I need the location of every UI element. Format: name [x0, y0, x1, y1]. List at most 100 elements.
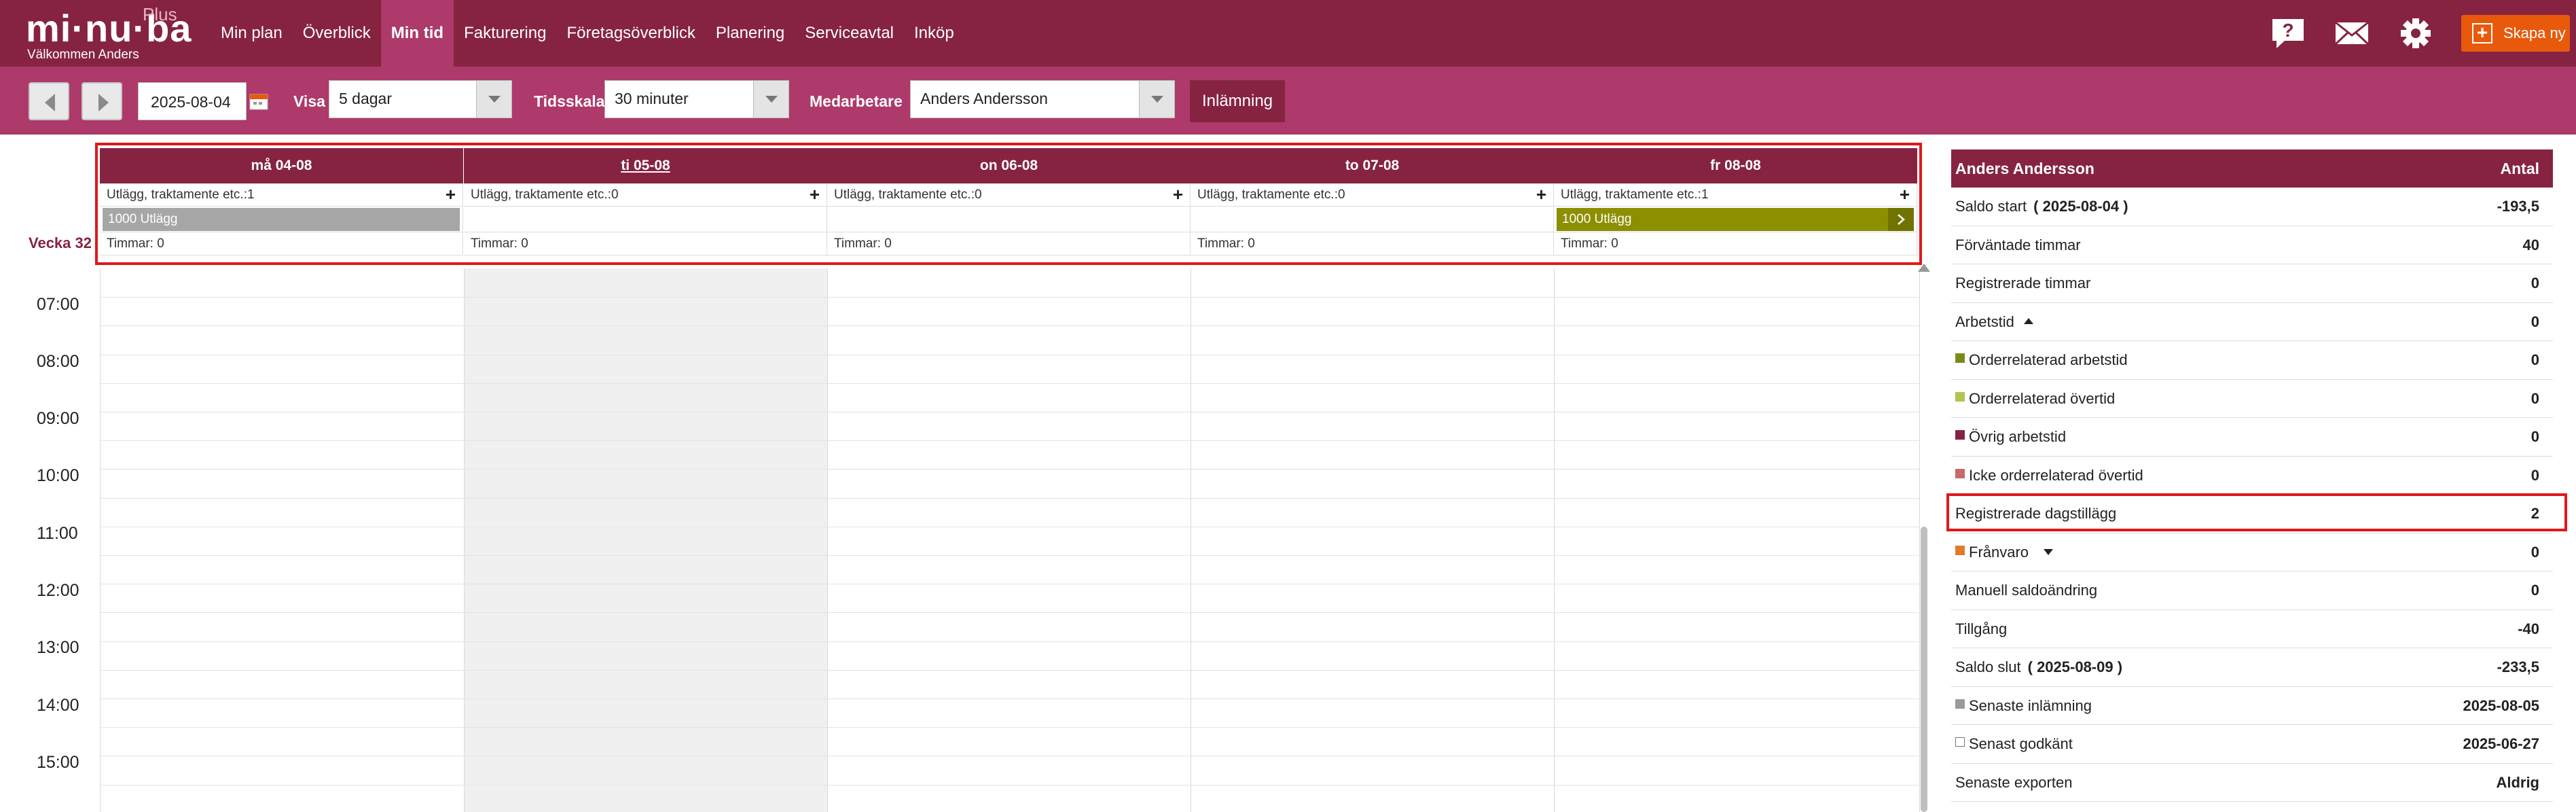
color-swatch — [1955, 391, 1965, 402]
summary-row-non-order-overtime: Icke orderrelaterad övertid 0 — [1951, 457, 2553, 495]
summary-row-registered-hours: Registrerade timmar 0 — [1951, 264, 2553, 303]
previous-period-button[interactable] — [29, 82, 69, 120]
show-select[interactable]: 5 dagar — [329, 80, 512, 118]
time-label: 15:00 — [37, 753, 79, 772]
grid-line — [100, 612, 1920, 614]
summary-row-manual-balance: Manuell saldoändring 0 — [1951, 571, 2553, 610]
color-swatch — [1955, 737, 1965, 747]
calendar-scrollbar[interactable] — [1921, 527, 1927, 812]
nav-item-serviceavtal[interactable]: Serviceavtal — [795, 0, 904, 67]
chevron-down-icon — [488, 96, 501, 103]
summary-row-date: ( 2025-08-04 ) — [2033, 198, 2128, 215]
color-swatch — [1955, 353, 1965, 364]
summary-row-value: 0 — [2530, 582, 2539, 599]
main-nav: Min plan Överblick Min tid Fakturering F… — [211, 0, 964, 67]
grid-line — [100, 727, 1920, 728]
highlight-daily-allowances — [1946, 493, 2567, 531]
chevron-down-icon — [765, 96, 778, 103]
time-grid[interactable] — [100, 268, 1920, 812]
help-icon[interactable]: ? — [2270, 16, 2306, 50]
nav-item-fakturering[interactable]: Fakturering — [454, 0, 556, 67]
summary-row-label: Övrig arbetstid — [1969, 428, 2067, 445]
nav-item-foretagsoverblick[interactable]: Företagsöverblick — [556, 0, 705, 67]
scroll-up-arrow[interactable] — [1918, 264, 1930, 272]
summary-row-value: 0 — [2530, 313, 2539, 330]
time-scale-value: 30 minuter — [615, 90, 689, 107]
summary-row-value: -40 — [2518, 620, 2539, 637]
summary-row-value: 0 — [2530, 275, 2539, 292]
grid-divider — [464, 268, 465, 812]
time-label: 08:00 — [37, 352, 79, 371]
time-scale-toggle[interactable] — [753, 81, 788, 118]
employee-select-value: Anders Andersson — [920, 90, 1048, 107]
summary-row-label: Icke orderrelaterad övertid — [1969, 466, 2143, 484]
grid-line — [100, 383, 1920, 384]
plus-icon: + — [2472, 23, 2492, 43]
summary-row-last-export: Senaste exporten Aldrig — [1951, 764, 2553, 802]
color-swatch — [1955, 430, 1965, 440]
summary-row-working-time[interactable]: Arbetstid 0 — [1951, 303, 2553, 341]
calendar-icon[interactable] — [249, 92, 268, 110]
summary-row-expected-hours: Förväntade timmar 40 — [1951, 226, 2553, 264]
time-label: 14:00 — [37, 696, 79, 715]
time-scale-select[interactable]: 30 minuter — [604, 80, 789, 118]
chevron-right-icon — [98, 94, 109, 111]
nav-item-planering[interactable]: Planering — [706, 0, 795, 67]
summary-row-label: Tillgång — [1955, 620, 2008, 637]
grid-divider — [100, 268, 101, 812]
summary-row-value: 40 — [2522, 236, 2539, 253]
summary-row-order-work: Orderrelaterad arbetstid 0 — [1951, 341, 2553, 380]
show-select-toggle[interactable] — [476, 81, 511, 118]
time-label: 10:00 — [37, 466, 79, 485]
time-summary-panel: Anders Andersson Antal Saldo start ( 2025… — [1951, 149, 2553, 802]
summary-row-value: -233,5 — [2497, 658, 2539, 675]
submit-timesheet-button[interactable]: Inlämning — [1190, 80, 1285, 122]
svg-text:?: ? — [2282, 20, 2293, 41]
grid-divider — [827, 268, 828, 812]
grid-line — [100, 555, 1920, 556]
time-scale-label: Tidsskala — [534, 92, 605, 110]
collapse-caret-icon[interactable] — [2023, 317, 2033, 324]
top-navigation-bar: mi·nu·ba Plus Välkommen Anders Min plan … — [0, 0, 2576, 67]
summary-row-label: Frånvaro — [1969, 543, 2029, 561]
gear-icon[interactable] — [2397, 16, 2434, 50]
create-new-button[interactable]: + Skapa ny — [2461, 15, 2570, 52]
color-swatch — [1955, 699, 1965, 709]
grid-divider — [1554, 268, 1555, 812]
summary-row-saldo-end: Saldo slut ( 2025-08-09 ) -233,5 — [1951, 648, 2553, 687]
time-label: 07:00 — [37, 295, 79, 314]
show-select-value: 5 dagar — [339, 90, 393, 107]
toolbar: 2025-08-04 Visa 5 dagar Tidsskala 30 min… — [0, 67, 2576, 135]
summary-row-value: 0 — [2530, 543, 2539, 561]
summary-row-value: 0 — [2530, 428, 2539, 445]
summary-row-value: 0 — [2530, 466, 2539, 484]
summary-row-value: -193,5 — [2497, 198, 2539, 215]
nav-item-overblick[interactable]: Överblick — [293, 0, 381, 67]
summary-row-label: Registrerade timmar — [1955, 275, 2091, 292]
nav-item-inkop[interactable]: Inköp — [904, 0, 964, 67]
nav-item-min-plan[interactable]: Min plan — [211, 0, 293, 67]
chevron-down-icon — [1151, 96, 1163, 103]
summary-row-order-overtime: Orderrelaterad övertid 0 — [1951, 380, 2553, 418]
color-swatch — [1955, 468, 1965, 478]
grid-divider — [1919, 268, 1920, 812]
color-swatch — [1955, 545, 1965, 555]
minuba-logo[interactable]: mi·nu·ba Plus Välkommen Anders — [26, 4, 202, 64]
mail-icon[interactable] — [2334, 16, 2370, 50]
summary-row-label: Senaste exporten — [1955, 773, 2073, 791]
create-new-label: Skapa ny — [2503, 24, 2566, 41]
summary-column-header: Antal — [2500, 160, 2540, 177]
summary-row-label: Saldo slut — [1955, 658, 2021, 675]
time-label: 09:00 — [37, 409, 79, 428]
logo-plus: Plus — [143, 4, 177, 24]
date-input[interactable]: 2025-08-04 — [138, 82, 247, 120]
expand-caret-icon[interactable] — [2044, 548, 2054, 555]
summary-row-last-submission: Senaste inlämning 2025-08-05 — [1951, 687, 2553, 725]
employee-select[interactable]: Anders Andersson — [910, 80, 1175, 118]
employee-select-toggle[interactable] — [1139, 81, 1174, 118]
grid-line — [100, 641, 1920, 642]
grid-line — [100, 497, 1920, 499]
summary-row-absence[interactable]: Frånvaro 0 — [1951, 533, 2553, 571]
next-period-button[interactable] — [81, 82, 122, 120]
nav-item-min-tid[interactable]: Min tid — [380, 0, 454, 67]
